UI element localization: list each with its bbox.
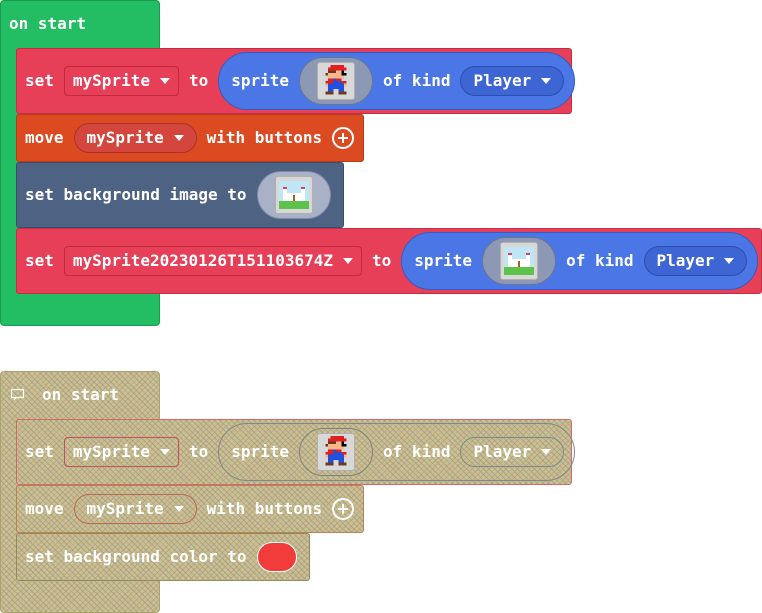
to-keyword: to — [188, 442, 209, 461]
image-picker[interactable] — [482, 237, 557, 285]
set-keyword: set — [25, 442, 54, 461]
chevron-down-icon — [173, 506, 184, 512]
mario-sprite-icon — [317, 433, 356, 471]
of-kind-keyword: of kind — [383, 71, 451, 90]
variable-dropdown[interactable]: mySprite — [63, 437, 179, 467]
castle-image-icon — [274, 176, 313, 214]
chevron-down-icon — [159, 78, 170, 84]
image-picker[interactable] — [299, 57, 374, 105]
of-kind-keyword: of kind — [383, 442, 451, 461]
variable-dropdown[interactable]: mySprite — [63, 66, 179, 96]
kind-name: Player — [473, 71, 532, 90]
chevron-down-icon — [724, 258, 735, 264]
kind-dropdown[interactable]: Player — [460, 437, 565, 467]
variable-dropdown[interactable]: mySprite — [73, 494, 197, 524]
with-buttons-keyword: with buttons — [206, 128, 323, 147]
kind-dropdown[interactable]: Player — [643, 246, 748, 276]
set-keyword: set — [25, 71, 54, 90]
variable-name: mySprite — [72, 71, 150, 90]
sprite-keyword: sprite — [231, 442, 290, 461]
kind-name: Player — [656, 251, 715, 270]
chevron-down-icon — [159, 449, 170, 455]
set-keyword: set — [25, 251, 54, 270]
variable-name: mySprite — [86, 499, 164, 518]
comment-icon[interactable] — [10, 386, 25, 405]
sprite-of-kind-reporter[interactable]: sprite of kind Player — [218, 423, 576, 481]
sprite-of-kind-reporter[interactable]: sprite of kind Player — [401, 232, 759, 290]
image-picker[interactable] — [256, 171, 331, 219]
kind-name: Player — [473, 442, 532, 461]
move-with-buttons-statement-disabled[interactable]: move mySprite with buttons — [16, 485, 364, 533]
color-swatch[interactable] — [256, 542, 297, 572]
set-background-image-label: set background image to — [25, 185, 247, 204]
set-sprite-statement[interactable]: set mySprite to sprite of kind Player — [16, 48, 576, 114]
sprite-of-kind-reporter[interactable]: sprite of kind Player — [218, 52, 576, 110]
chevron-down-icon — [541, 449, 552, 455]
variable-name: mySprite — [72, 442, 150, 461]
variable-name: mySprite20230126T151103674Z — [72, 251, 333, 270]
on-start-label: on start — [9, 14, 87, 33]
on-start-label: on start — [42, 385, 120, 404]
move-with-buttons-statement[interactable]: move mySprite with buttons — [16, 114, 364, 162]
set-sprite-statement-disabled[interactable]: set mySprite to sprite of kind Player — [16, 419, 576, 485]
move-keyword: move — [25, 128, 64, 147]
set-background-color-label: set background color to — [25, 547, 247, 566]
kind-dropdown[interactable]: Player — [460, 66, 565, 96]
with-buttons-keyword: with buttons — [206, 499, 323, 518]
variable-dropdown[interactable]: mySprite — [73, 123, 197, 153]
image-picker[interactable] — [299, 428, 374, 476]
move-keyword: move — [25, 499, 64, 518]
of-kind-keyword: of kind — [566, 251, 634, 270]
set-sprite-statement-2[interactable]: set mySprite20230126T151103674Z to sprit… — [16, 228, 762, 294]
castle-image-icon — [500, 242, 539, 280]
chevron-down-icon — [541, 78, 552, 84]
expand-plus-icon[interactable] — [332, 127, 355, 149]
chevron-down-icon — [343, 258, 353, 264]
sprite-keyword: sprite — [231, 71, 290, 90]
variable-dropdown[interactable]: mySprite20230126T151103674Z — [63, 246, 362, 276]
set-background-image-statement[interactable]: set background image to — [16, 162, 344, 228]
variable-name: mySprite — [86, 128, 164, 147]
set-background-color-statement-disabled[interactable]: set background color to — [16, 533, 310, 581]
to-keyword: to — [372, 251, 392, 270]
chevron-down-icon — [173, 135, 184, 141]
mario-sprite-icon — [317, 62, 356, 100]
expand-plus-icon[interactable] — [332, 498, 355, 520]
sprite-keyword: sprite — [414, 251, 473, 270]
to-keyword: to — [188, 71, 209, 90]
